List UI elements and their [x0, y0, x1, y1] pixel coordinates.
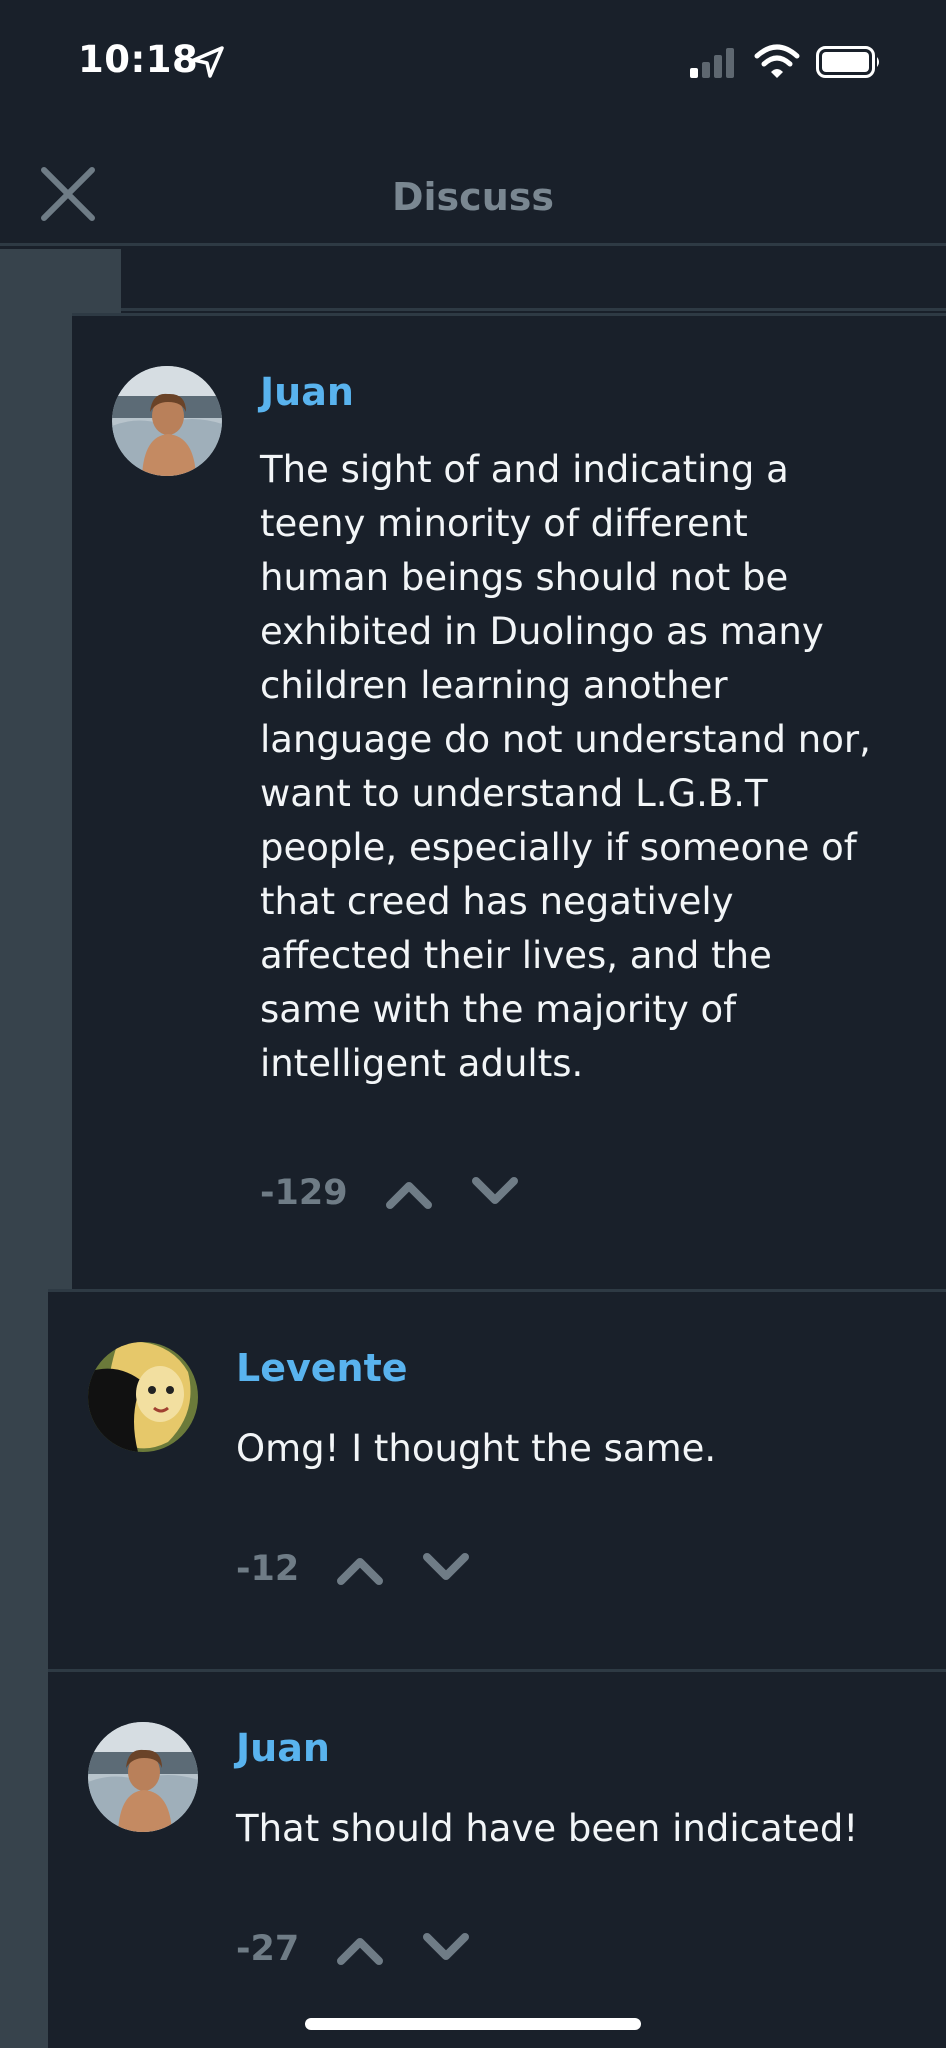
upvote-chevron-icon[interactable]	[335, 1549, 385, 1589]
comment-body: That should have been indicated!	[236, 1807, 859, 1850]
vote-score: -12	[236, 1549, 300, 1589]
comment-author[interactable]: Juan	[236, 1726, 330, 1770]
upvote-chevron-icon[interactable]	[384, 1173, 434, 1213]
discuss-screen: 10:18 Discuss Juan The sight of and indi…	[0, 0, 946, 2048]
status-time: 10:18	[78, 38, 199, 81]
comment-body: Omg! I thought the same.	[236, 1427, 717, 1470]
vote-bar: -12	[236, 1544, 507, 1594]
vote-score: -27	[236, 1929, 300, 1969]
comment-author[interactable]: Juan	[260, 370, 354, 414]
thread-indent-rail	[48, 313, 72, 1289]
thread-indent-rail	[0, 249, 48, 2048]
vote-score: -129	[260, 1173, 348, 1213]
downvote-chevron-icon[interactable]	[470, 1173, 520, 1213]
wifi-icon	[754, 44, 800, 78]
status-bar: 10:18	[0, 0, 946, 120]
home-indicator[interactable]	[305, 2018, 641, 2030]
page-title: Discuss	[391, 175, 554, 219]
cellular-signal-icon	[690, 48, 734, 78]
comment-body: The sight of and indicating a teeny mino…	[260, 448, 871, 1085]
comment-card: Levente Omg! I thought the same. -12	[48, 1289, 946, 1669]
vote-bar: -129	[260, 1168, 556, 1218]
thread-indent-rail	[48, 249, 121, 313]
vote-bar: -27	[236, 1924, 507, 1974]
battery-icon	[816, 46, 879, 78]
downvote-chevron-icon[interactable]	[421, 1549, 471, 1589]
avatar[interactable]	[88, 1342, 198, 1452]
location-arrow-icon	[192, 46, 224, 78]
comment-card: Juan That should have been indicated! -2…	[48, 1669, 946, 2048]
downvote-chevron-icon[interactable]	[421, 1929, 471, 1969]
upvote-chevron-icon[interactable]	[335, 1929, 385, 1969]
avatar[interactable]	[88, 1722, 198, 1832]
header-bar: Discuss	[0, 120, 946, 246]
comment-card: Juan The sight of and indicating a teeny…	[72, 313, 946, 1289]
avatar[interactable]	[112, 366, 222, 476]
parent-comment-stub	[121, 249, 946, 311]
comment-author[interactable]: Levente	[236, 1346, 408, 1390]
